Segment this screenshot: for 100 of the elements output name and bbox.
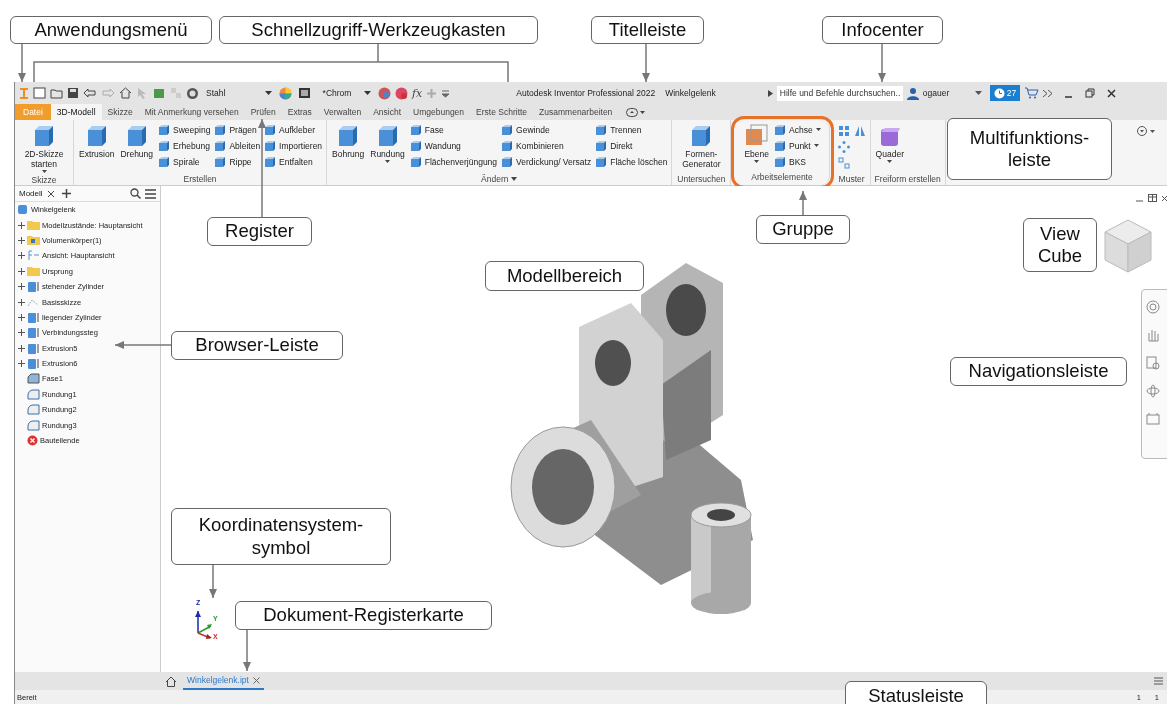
expand-icon[interactable] <box>17 267 25 275</box>
ribbon-tool-button[interactable]: Fläche löschen <box>595 154 668 169</box>
restore-icon[interactable] <box>1085 88 1096 98</box>
ribbon-tab[interactable]: Zusammenarbeiten <box>533 104 619 120</box>
expand-icon[interactable] <box>17 329 25 337</box>
ribbon-tab[interactable]: 3D-Modell <box>50 104 102 120</box>
home-icon[interactable] <box>119 87 132 99</box>
close-icon[interactable] <box>1162 194 1167 202</box>
ribbon-tool-button[interactable]: Rippe <box>214 154 261 169</box>
cart-icon[interactable] <box>1024 87 1040 99</box>
ribbon-tool-button[interactable]: Quader <box>874 122 905 173</box>
ribbon-tool-button[interactable]: Punkt <box>774 138 821 153</box>
ribbon-tool-button[interactable]: Verdickung/ Versatz <box>501 154 592 169</box>
close-icon[interactable] <box>252 676 260 684</box>
group-label[interactable]: Untersuchen <box>676 173 727 185</box>
fillet-icon <box>27 419 40 431</box>
rectangular-pattern-icon[interactable] <box>837 125 850 137</box>
ribbon-tool-button[interactable]: Fase <box>409 122 498 137</box>
ribbon-tool-button[interactable]: Drehung <box>119 122 155 173</box>
ribbon-tool-button[interactable]: Aufkleber <box>264 122 323 137</box>
expand-icon[interactable] <box>17 298 25 306</box>
chevrons-icon[interactable] <box>1043 89 1053 97</box>
ribbon-tool-button[interactable]: Bohrung <box>331 122 366 173</box>
expand-icon[interactable] <box>17 283 25 291</box>
plus-icon[interactable] <box>61 189 71 198</box>
ribbon-tool-button[interactable]: Gewinde <box>501 122 592 137</box>
ribbon-tool-button[interactable]: Achse <box>774 122 821 137</box>
ribbon-tab[interactable]: Ansicht <box>367 104 408 120</box>
close-icon[interactable] <box>46 189 55 198</box>
user-icon[interactable] <box>906 86 919 100</box>
ribbon-tool-button[interactable]: Trennen <box>595 122 668 137</box>
appearance-dropdown[interactable]: *Chrom <box>296 85 374 101</box>
color-wheel-icon[interactable] <box>279 86 292 100</box>
group-label[interactable]: Ändern <box>331 173 668 185</box>
ribbon-tool-button[interactable]: Extrusion <box>78 122 116 173</box>
callout-label: Schnellzugriff-Werkzeugkasten <box>219 16 538 44</box>
appearance-clear-icon[interactable] <box>395 86 408 100</box>
ribbon-tool-button[interactable]: Entfalten <box>264 154 323 169</box>
ribbon-tool-button[interactable]: Importieren <box>264 138 323 153</box>
ribbon-tool-button[interactable]: Kombinieren <box>501 138 592 153</box>
home-icon[interactable] <box>165 675 177 687</box>
search-icon[interactable] <box>130 188 141 199</box>
tile-icon[interactable] <box>1148 194 1157 202</box>
ribbon-tool-button[interactable]: Rundung <box>369 122 406 173</box>
customize-icon[interactable] <box>441 88 451 98</box>
mirror-icon[interactable] <box>853 125 866 137</box>
material-sphere-icon[interactable] <box>186 86 199 100</box>
steering-wheel-icon[interactable] <box>1145 300 1161 314</box>
ribbon-tool-button[interactable]: Ebene <box>743 122 770 171</box>
ribbon-tab[interactable]: Prüfen <box>244 104 282 120</box>
user-name[interactable]: ogauer <box>922 88 971 98</box>
ribbon-tool-button[interactable]: Formen-Generator <box>676 122 727 173</box>
ribbon-tab[interactable]: Extras <box>281 104 318 120</box>
ribbon-tab[interactable]: Skizze <box>101 104 139 120</box>
options-icon[interactable] <box>1137 126 1157 136</box>
expand-icon[interactable] <box>17 236 25 244</box>
ribbon-tool-button[interactable]: Direkt <box>595 138 668 153</box>
ribbon-tool-button[interactable]: Flächenverjüngung <box>409 154 498 169</box>
group-label[interactable]: Erstellen <box>78 173 323 185</box>
expand-icon[interactable] <box>17 313 25 321</box>
appearance-adjust-icon[interactable] <box>378 86 391 100</box>
expand-arrow-icon[interactable] <box>767 89 773 97</box>
notification-badge[interactable]: 27 <box>989 85 1021 101</box>
ribbon-tab[interactable]: Verwalten <box>317 104 368 120</box>
circular-pattern-icon[interactable] <box>837 141 850 153</box>
zoom-icon[interactable] <box>1145 356 1161 370</box>
group-label[interactable]: Arbeitselemente <box>743 171 821 183</box>
expand-icon[interactable] <box>17 344 25 352</box>
group-label[interactable]: Skizze <box>19 175 69 186</box>
ribbon-tab[interactable]: Mit Anmerkung versehen <box>138 104 245 120</box>
help-search-field[interactable]: Hilfe und Befehle durchsuchen.. <box>776 85 903 101</box>
ribbon-tool-button[interactable]: Prägen <box>214 122 261 137</box>
callout-label: Multifunktions- leiste <box>947 118 1112 180</box>
folder-icon[interactable] <box>50 87 63 99</box>
expand-icon[interactable] <box>17 252 25 260</box>
caret-icon[interactable] <box>974 91 982 95</box>
swatch-icon <box>299 88 310 98</box>
ribbon-tool-button[interactable]: 2D-Skizze starten <box>19 122 69 176</box>
expand-icon[interactable] <box>17 360 25 368</box>
expand-icon[interactable] <box>17 221 25 229</box>
ribbon-tool-button[interactable]: Sweeping <box>158 122 211 137</box>
new-file-icon[interactable] <box>33 87 46 99</box>
ribbon-tool-button[interactable]: Wandung <box>409 138 498 153</box>
tab-options-icon[interactable] <box>626 107 647 117</box>
ribbon-tab[interactable]: Erste Schritte <box>470 104 534 120</box>
ribbon-tool-button[interactable]: Spirale <box>158 154 211 169</box>
ribbon-tab[interactable]: Umgebungen <box>407 104 471 120</box>
close-icon[interactable] <box>1107 88 1117 98</box>
parameters-button[interactable]: fx <box>412 86 423 100</box>
orbit-icon[interactable] <box>1145 384 1161 398</box>
model-tab[interactable]: Modell <box>19 189 43 198</box>
group-label[interactable]: Freiform erstellen <box>874 173 941 185</box>
group-label[interactable]: Muster <box>837 173 866 185</box>
undo-icon[interactable] <box>83 87 97 99</box>
ribbon-tool-button[interactable]: Erhebung <box>158 138 211 153</box>
update-icon[interactable] <box>153 87 166 99</box>
ribbon-tool-button[interactable]: Ableiten <box>214 138 261 153</box>
ribbon-tool-button[interactable]: BKS <box>774 154 821 169</box>
save-icon[interactable] <box>67 87 79 99</box>
menu-icon[interactable] <box>145 188 156 199</box>
